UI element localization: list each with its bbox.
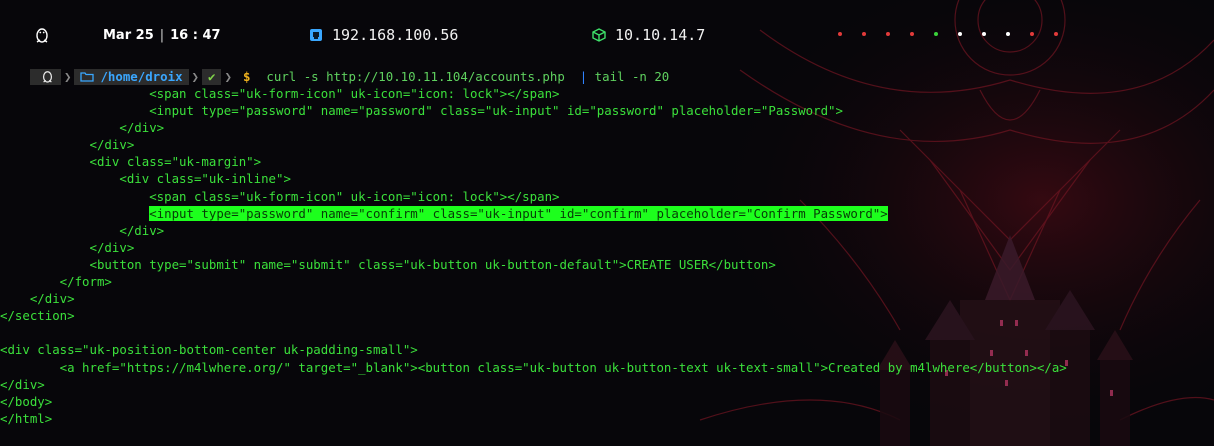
output-line: </html> xyxy=(0,410,53,426)
workspace-dot[interactable] xyxy=(1006,32,1010,36)
local-ip-indicator: 192.168.100.56 xyxy=(309,24,458,46)
output-line: </section> xyxy=(0,308,75,324)
prompt-dollar: $ xyxy=(242,68,251,84)
prompt-path-text: /home/droix xyxy=(100,68,183,84)
checkmark-icon: ✔ xyxy=(208,68,216,84)
status-bar: Mar 25 | 16 : 47 192.168.100.56 10.10.14… xyxy=(0,0,1214,66)
output-line: <a href="https://m4lwhere.org/" target="… xyxy=(0,359,1067,375)
output-line: <div class="uk-margin"> xyxy=(0,154,262,170)
output-line: <span class="uk-form-icon" uk-icon="icon… xyxy=(0,86,560,101)
linux-tux-icon[interactable] xyxy=(35,24,49,46)
vpn-ip-indicator: 10.10.14.7 xyxy=(592,24,705,46)
output-line: <div class="uk-inline"> xyxy=(0,171,291,187)
output-line: <input type="password" name="password" c… xyxy=(0,103,843,119)
output-line: </div> xyxy=(0,291,75,307)
workspace-dot[interactable] xyxy=(958,32,962,36)
workspace-dot[interactable] xyxy=(934,32,938,36)
output-line: </form> xyxy=(0,274,112,290)
workspace-dot[interactable] xyxy=(1030,32,1034,36)
chevron-right-icon: ❯ xyxy=(191,68,199,84)
output-line: </div> xyxy=(0,137,135,153)
command-text: curl -s http://10.10.11.104/accounts.php… xyxy=(266,68,669,85)
workspace-dot[interactable] xyxy=(886,32,890,36)
workspace-dot[interactable] xyxy=(1054,32,1058,36)
date-label: Mar 25 xyxy=(103,27,154,43)
output-line: </div> xyxy=(0,376,45,392)
output-line: </div> xyxy=(0,120,165,136)
highlighted-text: <input type="password" name="confirm" cl… xyxy=(149,205,888,221)
workspace-indicators xyxy=(838,26,1078,36)
clock: Mar 25 | 16 : 47 xyxy=(103,24,221,46)
cube-icon xyxy=(592,28,606,42)
terminal-output[interactable]: ❯ /home/droix ❯ ✔ ❯ $ curl -s http://10.… xyxy=(0,68,1214,427)
linux-tux-icon xyxy=(42,71,53,83)
workspace-dot[interactable] xyxy=(862,32,866,36)
output-line: <span class="uk-form-icon" uk-icon="icon… xyxy=(0,188,560,204)
output-line: </body> xyxy=(0,393,53,409)
command-output: <span class="uk-form-icon" uk-icon="icon… xyxy=(0,85,1214,427)
time-label: 16 : 47 xyxy=(170,27,221,43)
workspace-dot[interactable] xyxy=(910,32,914,36)
output-line: </div> xyxy=(0,239,135,255)
output-line: </div> xyxy=(0,222,165,238)
clock-separator: | xyxy=(159,27,165,43)
vpn-ip-text: 10.10.14.7 xyxy=(615,26,706,44)
status-ok-segment: ✔ xyxy=(202,68,222,85)
workspace-dot[interactable] xyxy=(982,32,986,36)
local-ip-text: 192.168.100.56 xyxy=(332,26,459,44)
output-line: <button type="submit" name="submit" clas… xyxy=(0,256,776,272)
output-line: <input type="password" name="confirm" cl… xyxy=(0,205,1214,222)
chevron-right-icon: ❯ xyxy=(64,68,72,84)
shell-prompt: ❯ /home/droix ❯ ✔ ❯ $ curl -s http://10.… xyxy=(0,68,1214,85)
output-line: <div class="uk-position-bottom-center uk… xyxy=(0,342,418,358)
command-part-1: curl -s http://10.10.11.104/accounts.php xyxy=(266,68,565,84)
network-icon xyxy=(309,28,323,42)
prompt-path-segment: /home/droix xyxy=(74,68,189,85)
chevron-right-icon: ❯ xyxy=(224,68,232,84)
folder-icon xyxy=(80,72,95,82)
workspace-dot[interactable] xyxy=(838,32,842,36)
prompt-os-segment xyxy=(30,68,61,85)
command-part-2: tail -n 20 xyxy=(594,68,670,84)
